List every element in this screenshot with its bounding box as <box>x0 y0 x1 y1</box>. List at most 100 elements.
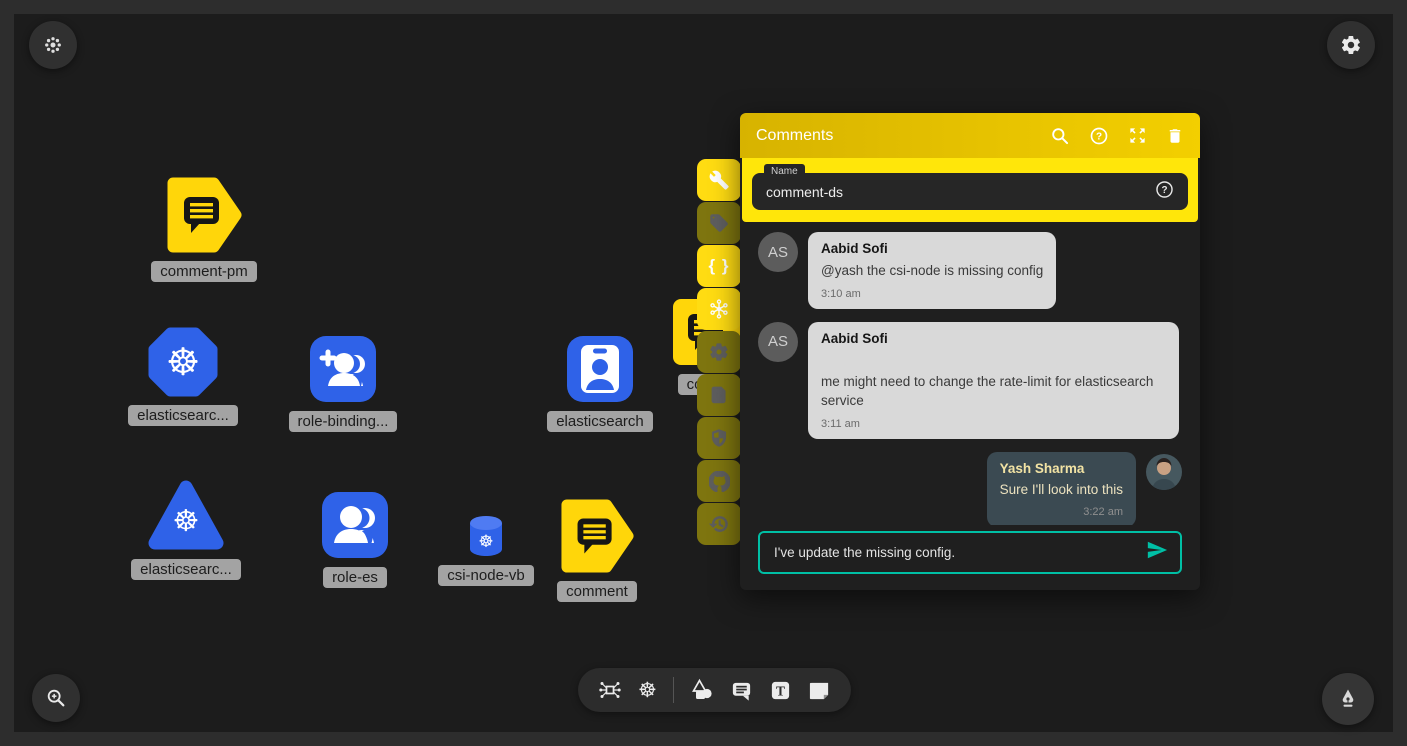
node-label: role-es <box>323 567 387 588</box>
message-bubble: Yash Sharma Sure I'll look into this 3:2… <box>987 452 1136 525</box>
message-text: @yash the csi-node is missing config <box>821 261 1043 281</box>
shapes-tool-button[interactable] <box>690 678 714 702</box>
text-tool-button[interactable]: T <box>769 679 792 702</box>
node-elasticsearch-triangle[interactable]: ☸ elasticsearc... <box>121 478 251 580</box>
message-time: 3:10 am <box>821 288 1043 300</box>
toolbar-json-button[interactable]: { } <box>697 245 741 287</box>
github-icon <box>709 471 730 492</box>
toolbar-configure-button[interactable] <box>697 159 741 201</box>
toolbar-security-button[interactable] <box>697 417 741 459</box>
node-label: comment-pm <box>151 261 257 282</box>
shapes-icon <box>690 678 714 702</box>
name-help-button[interactable]: ? <box>1155 180 1174 204</box>
user-photo <box>1146 454 1182 490</box>
send-icon <box>1146 539 1168 561</box>
meshery-logo-icon <box>43 35 63 55</box>
flow-icon <box>598 678 622 702</box>
toolbar-github-button[interactable] <box>697 460 741 502</box>
chat-message: Yash Sharma Sure I'll look into this 3:2… <box>758 452 1182 525</box>
panel-title: Comments <box>756 127 833 145</box>
delete-button[interactable] <box>1166 126 1184 146</box>
node-comment-pm[interactable]: comment-pm <box>144 176 264 282</box>
kubernetes-wheel-icon: ☸ <box>478 534 493 551</box>
text-icon: T <box>769 679 792 702</box>
shape-toolbar: ☸ T <box>578 668 851 712</box>
node-role-es[interactable]: role-es <box>300 490 410 588</box>
message-text: Sure I'll look into this <box>1000 480 1123 500</box>
svg-text:?: ? <box>1096 131 1102 142</box>
message-author: Aabid Sofi <box>821 331 1166 346</box>
kubernetes-wheel-icon: ☸ <box>173 507 200 537</box>
comment-node-icon <box>560 498 634 574</box>
message-text: me might need to change the rate-limit f… <box>821 372 1166 411</box>
toolbar-divider <box>673 677 674 703</box>
search-button[interactable] <box>1050 126 1070 146</box>
message-author: Aabid Sofi <box>821 241 1043 256</box>
message-list: AS Aabid Sofi @yash the csi-node is miss… <box>740 222 1200 525</box>
toolbar-mesh-button[interactable] <box>697 288 741 330</box>
service-account-icon <box>565 334 635 404</box>
comment-node-icon <box>166 176 242 254</box>
zoom-button[interactable] <box>32 674 80 722</box>
node-label: role-binding... <box>289 411 398 432</box>
kubernetes-wheel-icon: ☸ <box>166 343 200 381</box>
avatar: AS <box>758 232 798 272</box>
history-icon <box>709 514 729 534</box>
send-button[interactable] <box>1146 539 1168 566</box>
message-bubble: Aabid Sofi me might need to change the r… <box>808 322 1179 439</box>
message-bubble: Aabid Sofi @yash the csi-node is missing… <box>808 232 1056 309</box>
name-field-value: comment-ds <box>766 184 843 200</box>
avatar: AS <box>758 322 798 362</box>
tag-icon <box>709 213 729 233</box>
svg-text:?: ? <box>1161 185 1167 196</box>
note-tool-button[interactable] <box>808 679 831 702</box>
toolbar-tag-button[interactable] <box>697 202 741 244</box>
delete-icon <box>1166 126 1184 146</box>
avatar-photo <box>1146 454 1182 490</box>
name-field-label: Name <box>764 164 805 179</box>
node-elasticsearch-octagon[interactable]: ☸ elasticsearc... <box>123 326 243 426</box>
role-binding-icon <box>308 334 378 404</box>
expand-icon <box>1128 126 1147 145</box>
toolbar-history-button[interactable] <box>697 503 741 545</box>
note-icon <box>808 679 831 702</box>
chat-message: AS Aabid Sofi me might need to change th… <box>758 322 1182 439</box>
toolbar-settings-button[interactable] <box>697 331 741 373</box>
name-field[interactable]: Name comment-ds ? <box>752 173 1188 210</box>
node-role-binding[interactable]: role-binding... <box>278 334 408 432</box>
flow-tool-button[interactable] <box>598 678 622 702</box>
pen-nib-icon <box>1336 687 1360 711</box>
node-context-toolbar: { } <box>697 159 741 545</box>
expand-button[interactable] <box>1128 126 1147 145</box>
node-label: elasticsearch <box>547 411 653 432</box>
kubernetes-tool-button[interactable]: ☸ <box>638 680 657 701</box>
app-logo-button[interactable] <box>29 21 77 69</box>
braces-icon: { } <box>709 256 730 276</box>
comment-input-wrap <box>758 531 1182 574</box>
comment-icon <box>730 679 753 702</box>
comment-tool-button[interactable] <box>730 679 753 702</box>
help-button[interactable]: ? <box>1089 126 1109 146</box>
role-icon <box>320 490 390 560</box>
comment-input[interactable] <box>772 544 1146 561</box>
search-icon <box>1050 126 1070 146</box>
comments-panel-header[interactable]: Comments ? <box>740 113 1200 158</box>
chat-message: AS Aabid Sofi @yash the csi-node is miss… <box>758 232 1182 309</box>
settings-button[interactable] <box>1327 21 1375 69</box>
help-icon: ? <box>1089 126 1109 146</box>
pen-tool-button[interactable] <box>1322 673 1374 725</box>
doc-search-icon <box>709 385 729 405</box>
shield-icon <box>709 428 729 448</box>
wrench-icon <box>709 170 729 190</box>
message-time: 3:11 am <box>821 418 1166 430</box>
node-comment[interactable]: comment <box>542 498 652 602</box>
toolbar-inspect-button[interactable] <box>697 374 741 416</box>
svg-text:T: T <box>776 683 785 698</box>
node-elasticsearch-sa[interactable]: elasticsearch <box>535 334 665 432</box>
name-section: Name comment-ds ? <box>742 158 1198 222</box>
node-label: elasticsearc... <box>128 405 238 426</box>
comments-panel: Comments ? <box>740 113 1200 590</box>
node-label: csi-node-vb <box>438 565 534 586</box>
node-csi-node-vb[interactable]: ☸ csi-node-vb <box>426 514 546 586</box>
node-label: comment <box>557 581 637 602</box>
